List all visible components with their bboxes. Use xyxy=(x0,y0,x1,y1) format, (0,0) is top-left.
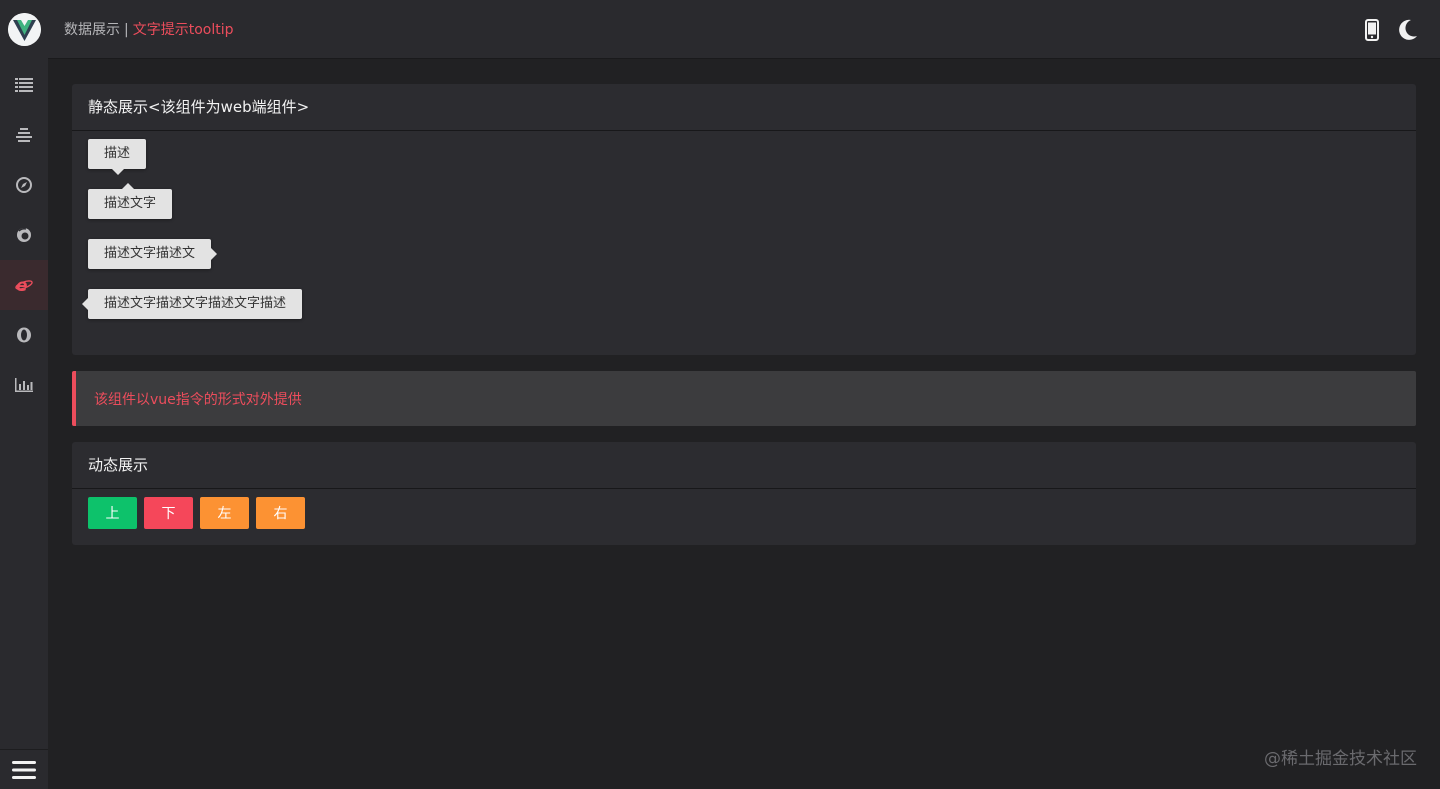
mobile-view-button[interactable] xyxy=(1361,18,1383,42)
tooltip-right: 描述文字描述文字描述文字描述 xyxy=(82,289,303,319)
top-header: 数据展示 | 文字提示tooltip xyxy=(48,0,1440,59)
directive-notice: 该组件以vue指令的形式对外提供 xyxy=(72,371,1416,426)
tooltip-down-button[interactable]: 下 xyxy=(144,497,193,529)
breadcrumb: 数据展示 | 文字提示tooltip xyxy=(64,21,234,39)
ie-browser-icon: e xyxy=(15,277,33,293)
tooltip-text: 描述文字描述文 xyxy=(104,246,196,261)
vue-logo-icon[interactable] xyxy=(8,13,41,46)
watermark: @稀土掘金技术社区 xyxy=(1264,749,1417,769)
tooltip-left: 描述文字描述文 xyxy=(88,239,218,269)
tooltip-bottom: 描述文字 xyxy=(88,183,173,219)
breadcrumb-current: 文字提示tooltip xyxy=(132,22,234,38)
tooltip-right-button[interactable]: 右 xyxy=(256,497,305,529)
sidebar-item-chart[interactable] xyxy=(0,360,48,410)
tooltip-text: 描述文字 xyxy=(104,196,157,211)
static-demo-card: 静态展示<该组件为web端组件> 描述 描述文字 描述文字描述文 描述文字描述文… xyxy=(72,84,1416,355)
breadcrumb-separator: | xyxy=(124,22,129,38)
align-center-icon xyxy=(16,128,32,142)
notice-text: 该组件以vue指令的形式对外提供 xyxy=(94,392,302,408)
tooltip-up-button[interactable]: 上 xyxy=(88,497,137,529)
sidebar-item-align[interactable] xyxy=(0,110,48,160)
static-demo-title: 静态展示<该组件为web端组件> xyxy=(72,84,1416,131)
sidebar-item-firefox[interactable] xyxy=(0,210,48,260)
opera-icon xyxy=(17,327,31,343)
tooltip-arrow xyxy=(211,248,218,260)
breadcrumb-home[interactable]: 数据展示 xyxy=(64,22,120,38)
tooltip-arrow xyxy=(122,183,134,189)
firefox-icon xyxy=(17,228,31,242)
dark-mode-toggle[interactable] xyxy=(1397,18,1419,42)
sidebar-item-list[interactable] xyxy=(0,60,48,110)
tooltip-text: 描述文字描述文字描述文字描述 xyxy=(104,296,287,311)
sidebar-toggle-button[interactable] xyxy=(0,749,48,789)
sidebar-item-compass[interactable] xyxy=(0,160,48,210)
sidebar-item-opera[interactable] xyxy=(0,310,48,360)
sidebar: e xyxy=(0,0,48,789)
tooltip-text: 描述 xyxy=(104,146,131,161)
dynamic-demo-title: 动态展示 xyxy=(72,442,1416,489)
compass-icon xyxy=(16,177,32,193)
bar-chart-icon xyxy=(15,378,33,392)
tooltip-left-button[interactable]: 左 xyxy=(200,497,249,529)
tooltip-arrow xyxy=(82,298,88,310)
sidebar-item-ie[interactable]: e xyxy=(0,260,48,310)
mobile-icon xyxy=(1365,19,1379,41)
tooltip-arrow xyxy=(112,169,124,175)
dynamic-demo-card: 动态展示 上 下 左 右 xyxy=(72,442,1416,545)
moon-icon xyxy=(1399,19,1417,40)
tooltip-top: 描述 xyxy=(88,139,147,175)
list-icon xyxy=(15,78,33,92)
hamburger-menu-icon xyxy=(12,760,36,779)
